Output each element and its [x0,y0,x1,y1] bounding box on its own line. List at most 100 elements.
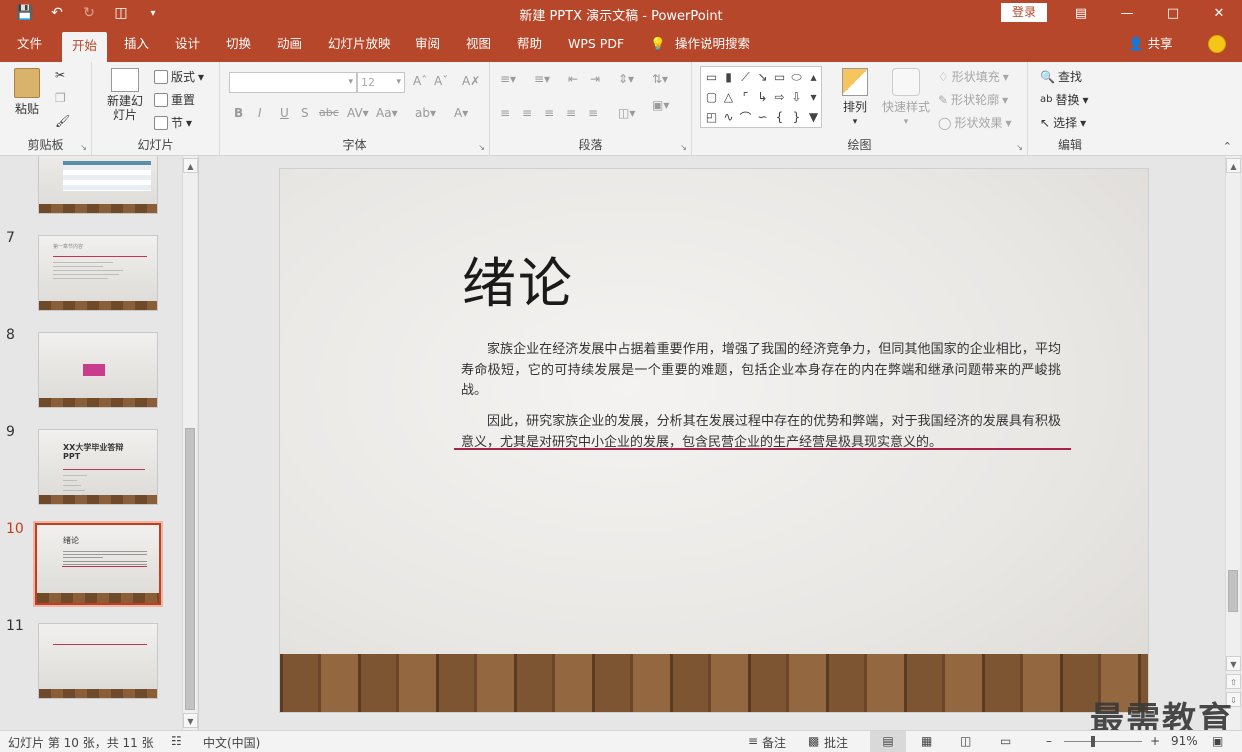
increase-indent-icon[interactable]: ⇥ [590,72,600,86]
tab-view[interactable]: 视图 [466,26,491,62]
slide-sorter-icon[interactable]: ▦ [921,734,932,748]
zoom-level[interactable]: 91% [1171,734,1198,748]
numbering-icon[interactable]: ≡▾ [534,72,550,86]
decrease-indent-icon[interactable]: ⇤ [568,72,578,86]
thumbnail-scrollbar[interactable]: ▲ ▼ [182,156,198,730]
tab-file[interactable]: 文件 [17,26,42,62]
normal-view-icon[interactable]: ▤ [870,731,906,752]
previous-slide-icon[interactable]: ⇧ [1226,674,1241,689]
elbow-arrow-shape-icon[interactable]: ↳ [754,87,771,107]
comments-icon[interactable]: ▩ [808,734,819,748]
arrow-line-shape-icon[interactable]: ↘ [754,67,771,87]
slide-thumbnail-9[interactable]: XX大学毕业答辩PPT [38,429,158,505]
strikethrough-icon[interactable]: abc [319,106,339,119]
maximize-icon[interactable]: □ [1150,0,1196,26]
curve-shape-icon[interactable]: ∽ [754,107,771,127]
replace-button[interactable]: ab 替换 ▾ [1040,91,1089,108]
select-button[interactable]: ↖ 选择 ▾ [1040,114,1086,131]
italic-icon[interactable]: I [258,106,262,120]
shape-effects-button[interactable]: ◯ 形状效果 ▾ [938,114,1011,131]
more-shapes-down-icon[interactable]: ▾ [805,87,822,107]
line-spacing-icon[interactable]: ⇕▾ [618,72,634,86]
char-spacing-icon[interactable]: AV▾ [347,106,369,120]
new-slide-button[interactable]: 新建幻灯片 [102,68,148,122]
down-arrow-shape-icon[interactable]: ⇩ [788,87,805,107]
align-center-icon[interactable]: ≡ [522,106,532,120]
thumbnail-scroll-thumb[interactable] [185,428,195,710]
accessibility-icon[interactable]: ☷ [171,734,182,748]
clipboard-launcher-icon[interactable]: ↘ [80,143,87,152]
bold-icon[interactable]: B [234,106,243,120]
slide-thumbnail-7[interactable]: 第一章节内容 [38,235,158,311]
ribbon-display-options-icon[interactable]: ▤ [1058,0,1104,26]
align-left-icon[interactable]: ≡ [500,106,510,120]
change-case-icon[interactable]: Aa▾ [376,106,398,120]
slideshow-view-icon[interactable]: ▭ [1000,734,1011,748]
drawing-launcher-icon[interactable]: ↘ [1016,143,1023,152]
tab-insert[interactable]: 插入 [124,26,149,62]
tab-review[interactable]: 审阅 [415,26,440,62]
tab-home[interactable]: 开始 [62,32,108,62]
copy-icon[interactable]: ❐ [55,91,66,105]
font-size-combo[interactable]: 12 ▾ [357,72,405,93]
editor-scroll-thumb[interactable] [1228,570,1238,612]
smartart-icon[interactable]: ▣▾ [652,98,669,112]
reset-button[interactable]: 重置 [154,91,195,108]
current-slide[interactable]: 绪论 家族企业在经济发展中占据着重要作用，增强了我国的经济竞争力，但同其他国家的… [279,168,1149,713]
collapse-ribbon-icon[interactable]: ⌃ [1223,140,1232,153]
editor-scroll-up-icon[interactable]: ▲ [1226,158,1241,173]
text-direction-icon[interactable]: ⇅▾ [652,72,668,86]
zoom-out-icon[interactable]: – [1046,734,1052,748]
left-brace-shape-icon[interactable]: { [771,107,788,127]
font-color-icon[interactable]: A▾ [454,106,468,120]
close-icon[interactable]: ✕ [1196,0,1242,26]
notes-icon[interactable]: ≡ [748,734,758,748]
align-right-icon[interactable]: ≡ [544,106,554,120]
more-shapes-up-icon[interactable]: ▴ [805,67,822,87]
scroll-down-icon[interactable]: ▼ [183,713,198,728]
tab-animations[interactable]: 动画 [277,26,302,62]
section-button[interactable]: 节 ▾ [154,114,192,131]
tell-me-search[interactable]: 操作说明搜索 [675,26,750,62]
zoom-in-icon[interactable]: + [1150,734,1160,748]
layout-button[interactable]: 版式 ▾ [154,68,204,85]
tab-slideshow[interactable]: 幻灯片放映 [328,26,391,62]
slide-thumbnail-8[interactable] [38,332,158,408]
shape-outline-button[interactable]: ✎ 形状轮廓 ▾ [938,91,1008,108]
minimize-icon[interactable]: — [1104,0,1150,26]
scroll-up-icon[interactable]: ▲ [183,158,198,173]
tab-wps-pdf[interactable]: WPS PDF [568,26,624,62]
shapes-expand-icon[interactable]: ▼ [805,107,822,127]
tab-help[interactable]: 帮助 [517,26,542,62]
language-status[interactable]: 中文(中国) [203,734,260,751]
font-name-combo[interactable]: ▾ [229,72,357,93]
arrange-button[interactable]: 排列 ▾ [842,68,868,127]
textbox-shape-icon[interactable]: ▭ [703,67,720,87]
editor-scrollbar[interactable]: ▲ ▼ ⇧ ⇩ [1225,156,1241,730]
rectangle-shape-icon[interactable]: ▭ [771,67,788,87]
shadow-icon[interactable]: S [301,106,309,120]
right-arrow-shape-icon[interactable]: ⇨ [771,87,788,107]
fit-to-window-icon[interactable]: ▣ [1212,734,1223,748]
shapes-gallery[interactable]: ▭ ▮ ⟋ ↘ ▭ ⬭ ▴ ▢ △ ⌜ ↳ ⇨ ⇩ ▾ ◰ ∿ ⌒ ∽ { } … [700,66,822,128]
paste-button[interactable]: 粘贴 [14,68,40,117]
notes-button[interactable]: 备注 [762,734,786,751]
comments-button[interactable]: 批注 [824,734,848,751]
slide-thumbnail-11[interactable] [38,623,158,699]
triangle-shape-icon[interactable]: △ [720,87,737,107]
shrink-font-icon[interactable]: Aˇ [434,74,448,88]
clear-formatting-icon[interactable]: A✗ [462,74,480,88]
share-button[interactable]: 👤 共享 [1128,26,1173,62]
slide-thumbnail-6[interactable] [38,156,158,214]
slide-thumbnail-10[interactable]: 绪论 [33,521,163,607]
line-shape-icon[interactable]: ⟋ [737,67,754,87]
freeform-shape-icon[interactable]: ◰ [703,107,720,127]
format-painter-icon[interactable]: 🖌 [55,114,70,128]
tab-transitions[interactable]: 切换 [226,26,251,62]
slide-paragraph-1[interactable]: 家族企业在经济发展中占据着重要作用，增强了我国的经济竞争力，但同其他国家的企业相… [461,340,1061,402]
cut-icon[interactable]: ✂ [55,68,65,82]
columns-icon[interactable]: ◫▾ [618,106,635,120]
distributed-icon[interactable]: ≡ [588,106,598,120]
quick-styles-button[interactable]: 快速样式 ▾ [882,68,930,127]
shape-fill-button[interactable]: ♢ 形状填充 ▾ [938,68,1009,85]
